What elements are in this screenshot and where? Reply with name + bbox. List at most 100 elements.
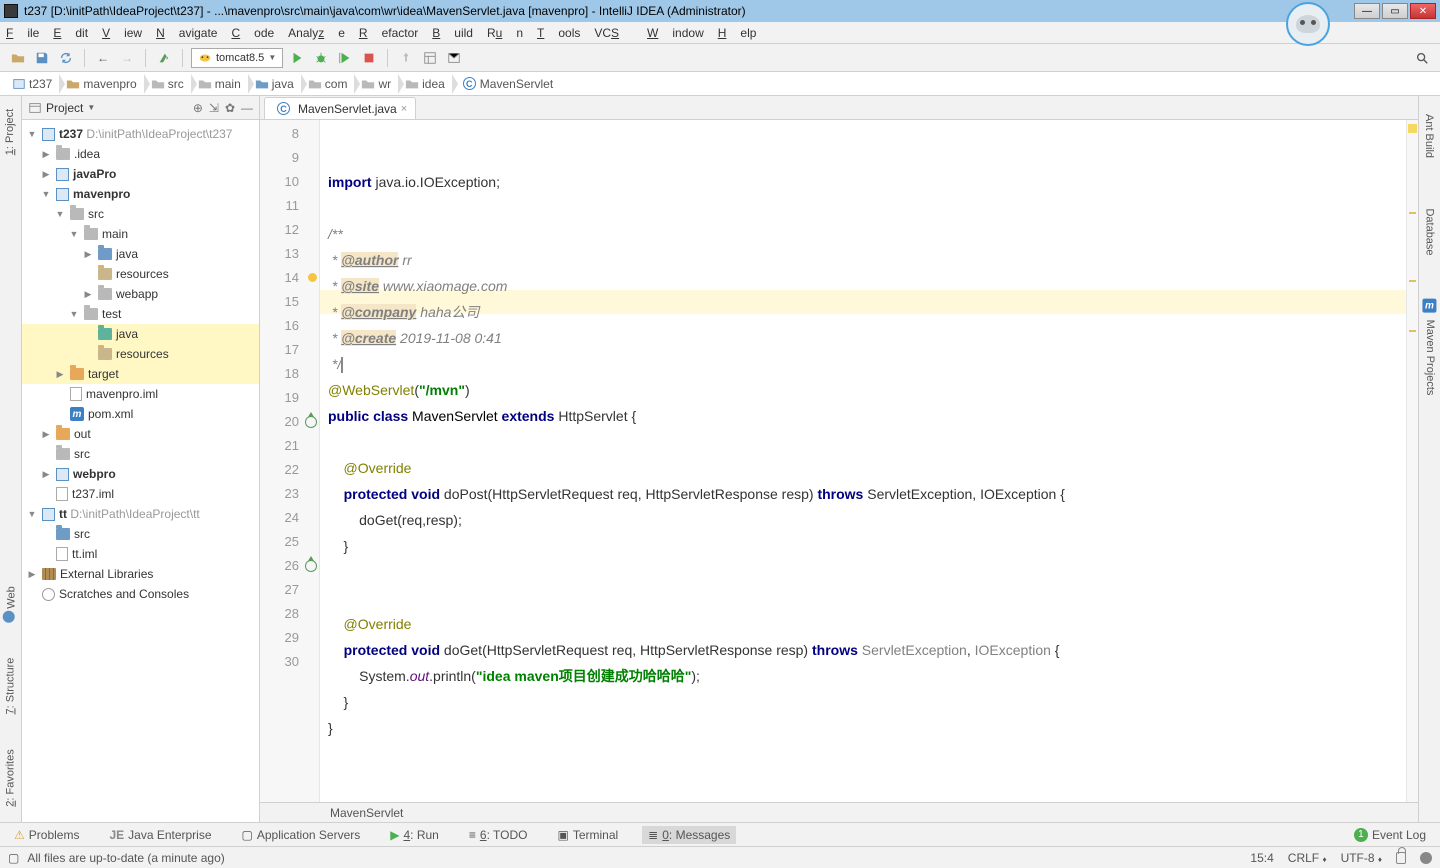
update-button[interactable] [396,48,416,68]
build-button[interactable] [154,48,174,68]
tab-run[interactable]: ▶4: Run [384,826,445,844]
search-everywhere-button[interactable] [1412,48,1432,68]
stop-button[interactable] [359,48,379,68]
structure-popup-button[interactable] [420,48,440,68]
tree-row[interactable]: resources [22,344,259,364]
gutter[interactable]: 891011 12131415 16171819 20212223 242526… [260,120,320,802]
maximize-button[interactable]: ▭ [1382,3,1408,19]
tree-row[interactable]: tt.iml [22,544,259,564]
forward-button[interactable]: → [117,48,137,68]
menu-vcs[interactable]: VCS [594,26,633,40]
editor-tab[interactable]: C MavenServlet.java × [264,97,416,119]
close-button[interactable]: ✕ [1410,3,1436,19]
tree-row[interactable]: mpom.xml [22,404,259,424]
file-encoding[interactable]: UTF-8 ♦ [1341,851,1382,865]
crumb-mavenpro[interactable]: mavenpro [60,74,144,94]
menu-window[interactable]: Window [647,26,704,40]
tab-database[interactable]: Database [1424,208,1436,255]
tab-todo[interactable]: ≡6: TODO [463,826,534,844]
tree-row-tt[interactable]: ▼tt D:\initPath\IdeaProject\tt [22,504,259,524]
crumb-java[interactable]: java [249,74,302,94]
tree-row-extlib[interactable]: ▶External Libraries [22,564,259,584]
tab-maven-projects[interactable]: m Maven Projects [1423,295,1437,396]
tree-row[interactable]: ▶webapp [22,284,259,304]
tree-row[interactable]: ▶target [22,364,259,384]
open-button[interactable] [8,48,28,68]
tree-row[interactable]: src [22,444,259,464]
hector-icon[interactable] [1420,852,1432,864]
tab-problems[interactable]: ⚠Problems [8,826,85,844]
code-area[interactable]: import java.io.IOException; /** * @autho… [320,120,1406,802]
tree-row-root[interactable]: ▼t237 D:\initPath\IdeaProject\t237 [22,124,259,144]
project-tree[interactable]: ▼t237 D:\initPath\IdeaProject\t237 ▶.ide… [22,120,259,822]
tree-row[interactable]: ▶java [22,244,259,264]
tree-row[interactable]: ▼src [22,204,259,224]
editor-breadcrumb[interactable]: MavenServlet [260,802,1418,822]
crumb-wr[interactable]: wr [355,74,399,94]
tree-row[interactable]: ▶.idea [22,144,259,164]
run-button[interactable] [287,48,307,68]
tab-antbuild[interactable]: Ant Build [1424,114,1436,158]
menu-navigate[interactable]: Navigate [156,26,217,40]
hide-icon[interactable]: — [241,101,253,115]
tab-favorites[interactable]: 2: Favorites [5,749,17,806]
crumb-file[interactable]: CMavenServlet [453,74,561,94]
crumb-com[interactable]: com [302,74,356,94]
menu-edit[interactable]: Edit [53,26,88,40]
tree-row[interactable]: resources [22,264,259,284]
menu-view[interactable]: View [102,26,142,40]
tree-row-scratch[interactable]: Scratches and Consoles [22,584,259,604]
save-button[interactable] [32,48,52,68]
toolwindow-toggle-icon[interactable]: ▢ [8,851,19,865]
menu-file[interactable]: File [6,26,39,40]
avatar-icon[interactable] [1286,2,1330,46]
tree-row[interactable]: t237.iml [22,484,259,504]
tab-structure[interactable]: 7: Structure [5,658,17,715]
menu-build[interactable]: Build [432,26,473,40]
coverage-button[interactable] [335,48,355,68]
crumb-src[interactable]: src [145,74,192,94]
tab-java-enterprise[interactable]: JEJava Enterprise [103,826,217,844]
caret-position[interactable]: 15:4 [1250,851,1273,865]
chevron-down-icon[interactable]: ▼ [87,103,95,112]
tree-row[interactable]: ▼main [22,224,259,244]
collapse-icon[interactable]: ⇲ [209,101,219,115]
tree-row[interactable]: src [22,524,259,544]
tree-row[interactable]: ▶javaPro [22,164,259,184]
back-button[interactable]: ← [93,48,113,68]
menu-analyze[interactable]: Analyze [288,26,345,40]
minimize-button[interactable]: — [1354,3,1380,19]
locate-icon[interactable]: ⊕ [193,101,203,115]
editor[interactable]: 891011 12131415 16171819 20212223 242526… [260,120,1418,802]
line-separator[interactable]: CRLF ♦ [1288,851,1327,865]
tab-messages[interactable]: ≣0: Messages [642,826,736,844]
lock-icon[interactable] [1396,852,1406,864]
run-config-combo[interactable]: tomcat8.5 ▼ [191,48,283,68]
tree-row[interactable]: ▼mavenpro [22,184,259,204]
tab-app-servers[interactable]: ▢Application Servers [236,826,367,844]
crumb-main[interactable]: main [192,74,249,94]
tree-row[interactable]: mavenpro.iml [22,384,259,404]
find-button[interactable] [444,48,464,68]
gear-icon[interactable]: ✿ [225,101,235,115]
sync-button[interactable] [56,48,76,68]
menu-help[interactable]: Help [718,26,757,40]
tab-web[interactable]: Web [3,586,18,622]
crumb-idea[interactable]: idea [399,74,453,94]
crumb-t237[interactable]: t237 [6,74,60,94]
tab-terminal[interactable]: ▣Terminal [551,826,624,844]
menu-run[interactable]: Run [487,26,523,40]
tree-row[interactable]: java [22,324,259,344]
tab-project[interactable]: 1: Project [5,109,17,155]
menu-tools[interactable]: Tools [537,26,580,40]
tree-row[interactable]: ▼test [22,304,259,324]
tree-row[interactable]: ▶out [22,424,259,444]
tree-row[interactable]: ▶webpro [22,464,259,484]
menu-code[interactable]: Code [231,26,274,40]
error-stripe[interactable] [1406,120,1418,802]
debug-button[interactable] [311,48,331,68]
tab-close-icon[interactable]: × [401,103,407,115]
warning-indicator-icon[interactable] [1408,124,1417,133]
tab-event-log[interactable]: 1Event Log [1348,826,1432,844]
menu-refactor[interactable]: Refactor [359,26,418,40]
